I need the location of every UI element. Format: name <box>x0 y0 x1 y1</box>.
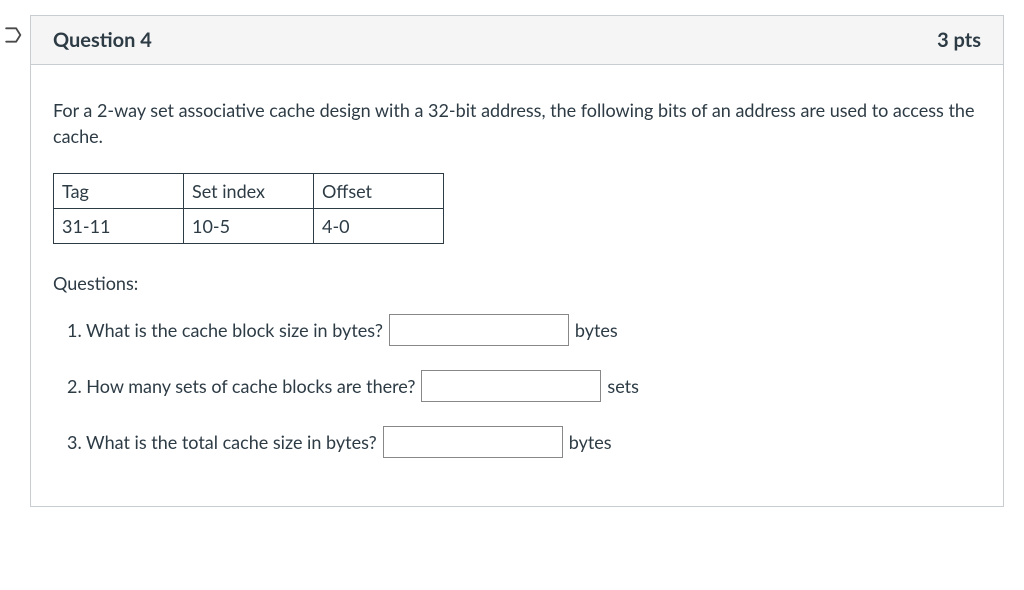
table-row: Tag Set index Offset <box>54 174 444 209</box>
question-1-line: 1. What is the cache block size in bytes… <box>53 314 981 346</box>
question-2-unit: sets <box>607 373 638 399</box>
question-3-text: 3. What is the total cache size in bytes… <box>67 429 377 455</box>
question-1-text: 1. What is the cache block size in bytes… <box>67 317 383 343</box>
question-wrapper: Question 4 3 pts For a 2-way set associa… <box>0 15 1004 507</box>
question-1-input[interactable] <box>389 314 569 346</box>
question-body: For a 2-way set associative cache design… <box>31 65 1003 506</box>
question-2-input[interactable] <box>421 370 601 402</box>
table-header-index: Set index <box>184 174 314 209</box>
question-header: Question 4 3 pts <box>31 16 1003 65</box>
table-row: 31-11 10-5 4-0 <box>54 209 444 244</box>
table-header-tag: Tag <box>54 174 184 209</box>
question-card: Question 4 3 pts For a 2-way set associa… <box>30 15 1004 507</box>
table-value-offset: 4-0 <box>314 209 444 244</box>
question-2-text: 2. How many sets of cache blocks are the… <box>67 373 415 399</box>
questions-label: Questions: <box>53 270 981 296</box>
table-header-offset: Offset <box>314 174 444 209</box>
question-points: 3 pts <box>937 28 981 52</box>
chevron-right-icon <box>2 30 22 49</box>
question-1-unit: bytes <box>575 317 618 343</box>
table-value-index: 10-5 <box>184 209 314 244</box>
arrow-column <box>0 15 30 49</box>
question-title: Question 4 <box>53 28 152 52</box>
address-bits-table: Tag Set index Offset 31-11 10-5 4-0 <box>53 173 444 244</box>
table-value-tag: 31-11 <box>54 209 184 244</box>
question-3-unit: bytes <box>569 429 612 455</box>
question-3-line: 3. What is the total cache size in bytes… <box>53 426 981 458</box>
question-3-input[interactable] <box>383 426 563 458</box>
question-2-line: 2. How many sets of cache blocks are the… <box>53 370 981 402</box>
question-intro: For a 2-way set associative cache design… <box>53 97 981 149</box>
